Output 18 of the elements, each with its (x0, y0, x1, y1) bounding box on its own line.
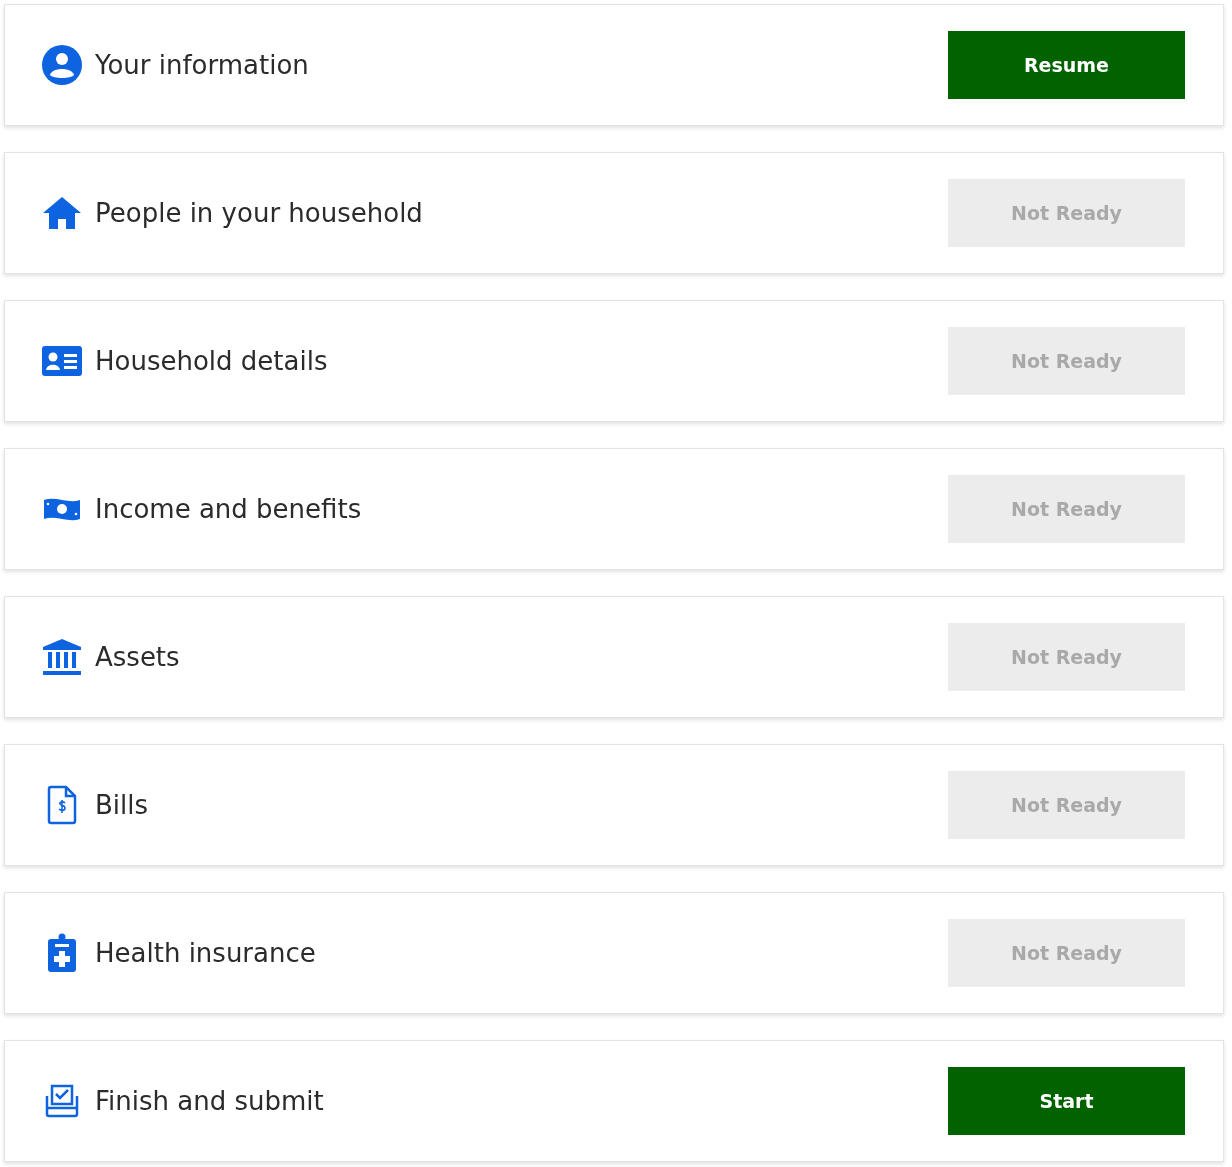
section-title: Finish and submit (95, 1085, 324, 1116)
house-icon (42, 196, 82, 230)
section-title: Health insurance (95, 937, 316, 968)
id-card-icon (42, 346, 82, 376)
checklist-tray-icon (44, 1084, 80, 1118)
document-icon (47, 785, 77, 825)
section-title: Income and benefits (95, 493, 362, 524)
section-title: Your information (95, 49, 309, 80)
bank-icon (42, 638, 82, 676)
section-title: People in your household (95, 197, 423, 228)
clipboard-icon (47, 933, 77, 973)
section-title: Assets (95, 641, 180, 672)
section-title: Bills (95, 789, 149, 820)
banknote-icon (42, 496, 82, 522)
action-button[interactable]: Start (948, 1067, 1185, 1135)
person-icon (41, 44, 83, 86)
section-title: Household details (95, 345, 328, 376)
action-button[interactable]: Resume (948, 31, 1185, 99)
